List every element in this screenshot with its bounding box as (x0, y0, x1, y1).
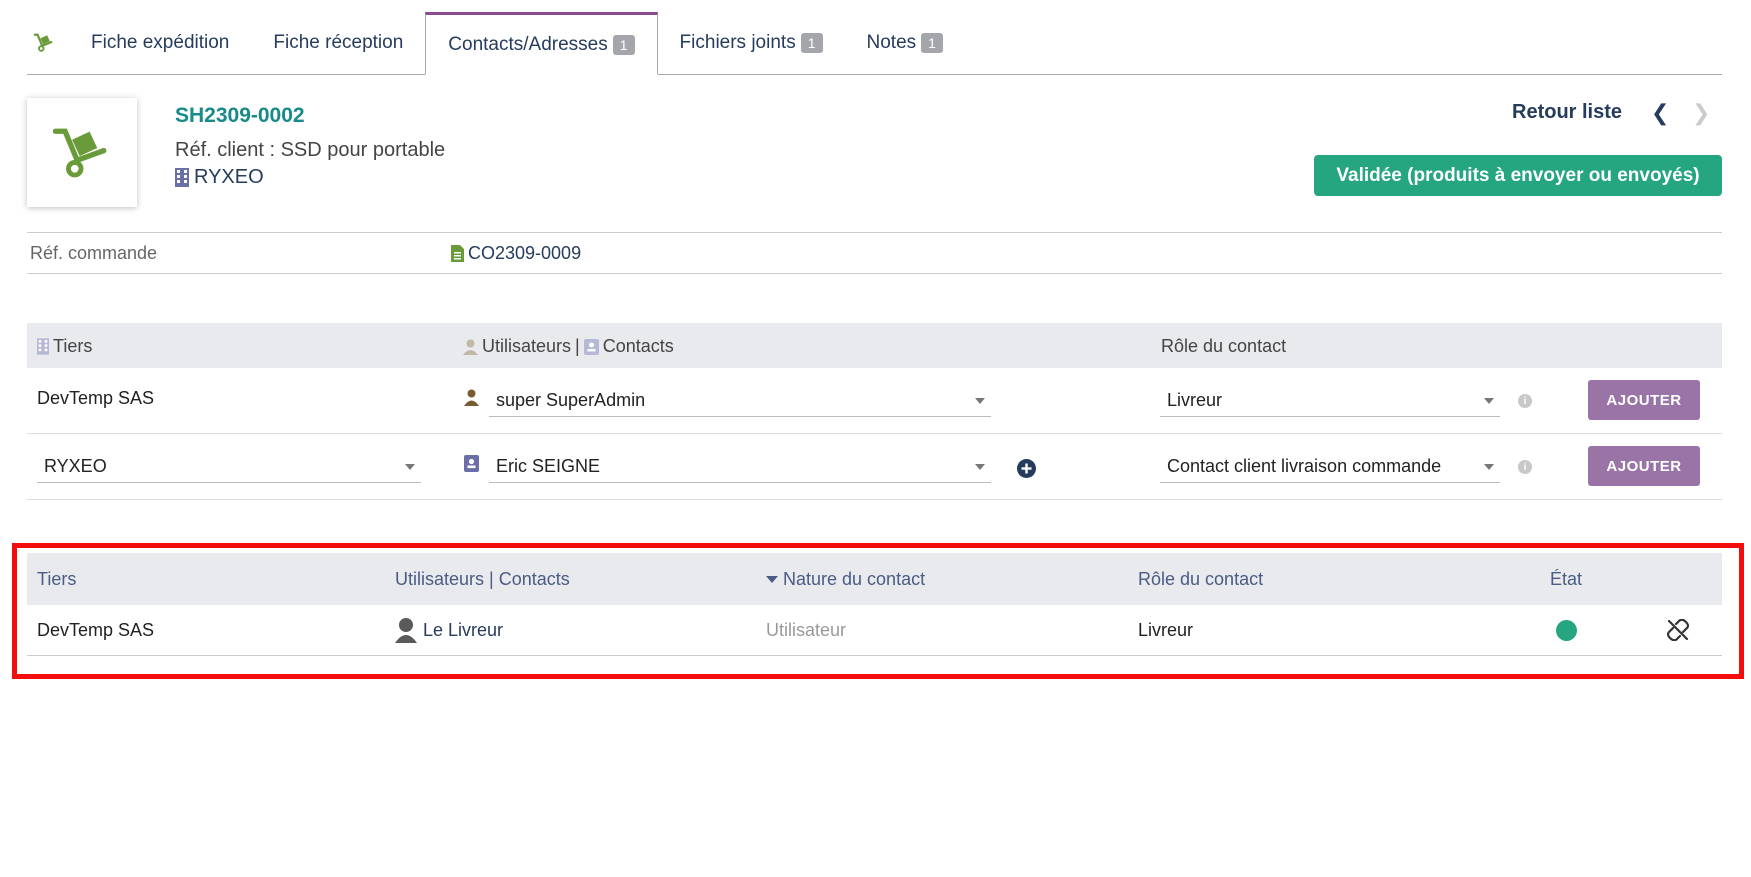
chevron-down-icon (1484, 464, 1494, 470)
previous-record-icon[interactable]: ❮ (1651, 100, 1669, 126)
chevron-down-icon (405, 464, 415, 470)
row-role: Livreur (1138, 620, 1194, 640)
user-icon (463, 339, 478, 355)
count-badge: 1 (800, 33, 823, 53)
header-separator: | (575, 336, 580, 356)
user-select-value: super SuperAdmin (496, 390, 646, 410)
tab-notes[interactable]: Notes 1 (845, 12, 965, 74)
status-dot (1556, 620, 1577, 641)
tab-label: Fiche expédition (91, 32, 230, 53)
column-nature[interactable]: Nature du contact (766, 569, 925, 590)
shipment-ref: SH2309-0002 (175, 104, 305, 127)
add-contact-form: Tiers Utilisateurs | Contacts Rôle du co… (27, 323, 1722, 500)
contact-select-value: Eric SEIGNE (496, 456, 601, 476)
contact-select[interactable]: Eric SEIGNE (489, 451, 991, 483)
role-select-value: Contact client livraison commande (1167, 456, 1442, 476)
column-etat[interactable]: État (1550, 569, 1582, 590)
tab-label: Fiche réception (273, 32, 404, 53)
header-role: Rôle du contact (1161, 336, 1286, 357)
object-picture (27, 98, 137, 207)
header-label: Contacts (602, 336, 674, 356)
status-active-icon[interactable] (1556, 620, 1577, 641)
row-thirdparty: DevTemp SAS (37, 620, 155, 640)
order-ref-link[interactable]: CO2309-0009 (451, 243, 581, 264)
contact-card-icon (583, 338, 599, 355)
building-icon (175, 168, 189, 187)
column-tiers[interactable]: Tiers (37, 569, 76, 590)
add-user-button[interactable]: AJOUTER (1588, 380, 1700, 420)
tab-bar: Fiche expédition Fiche réception Contact… (27, 12, 1722, 75)
contact-card-icon (464, 455, 479, 472)
role-select-value: Livreur (1167, 390, 1223, 410)
header-users-contacts: Utilisateurs | Contacts (463, 336, 674, 357)
count-badge: 1 (612, 34, 635, 55)
order-ref-label: Réf. commande (30, 242, 158, 263)
header-label: Utilisateurs (482, 336, 572, 356)
user-select[interactable]: super SuperAdmin (489, 385, 991, 417)
add-circle-icon[interactable] (1017, 459, 1036, 478)
header-tiers: Tiers (37, 336, 92, 357)
user-avatar-icon (395, 618, 417, 643)
tab-fiche-expedition[interactable]: Fiche expédition (69, 12, 251, 74)
unlink-glyph (1667, 619, 1689, 641)
info-icon[interactable]: i (1518, 394, 1532, 408)
header-label: Tiers (53, 336, 93, 356)
tab-label: Contacts/Adresses (448, 33, 608, 55)
tab-fiche-reception[interactable]: Fiche réception (251, 12, 425, 74)
thirdparty-select[interactable]: RYXEO (37, 451, 421, 483)
tab-contacts-adresses[interactable]: Contacts/Adresses 1 (425, 12, 658, 75)
thirdparty-link[interactable]: RYXEO (175, 166, 264, 189)
column-role[interactable]: Rôle du contact (1138, 569, 1263, 590)
add-user-row: DevTemp SAS super SuperAdmin Livreur i A… (27, 368, 1722, 434)
next-record-icon: ❯ (1692, 100, 1711, 125)
chevron-down-icon (975, 398, 985, 404)
add-contact-button[interactable]: AJOUTER (1588, 446, 1700, 486)
role-select[interactable]: Livreur (1160, 385, 1500, 417)
add-contact-row: RYXEO Eric SEIGNE Contact client livrais… (27, 434, 1722, 500)
building-icon (37, 338, 49, 355)
row-contact-name: Le Livreur (423, 619, 504, 640)
back-to-list-link[interactable]: Retour liste (1512, 101, 1622, 124)
tab-fichiers-joints[interactable]: Fichiers joints 1 (658, 12, 845, 74)
chevron-down-icon (975, 464, 985, 470)
table-row: DevTemp SAS Le Livreur Utilisateur Livre… (27, 605, 1722, 656)
thirdparty-name: RYXEO (194, 166, 264, 188)
sort-desc-icon (766, 576, 778, 583)
document-icon (451, 244, 464, 262)
column-nature-label: Nature du contact (783, 569, 926, 589)
linked-contacts-table: Tiers Utilisateurs | Contacts Nature du … (27, 553, 1722, 656)
tab-label: Notes (866, 32, 917, 53)
tab-label: Fichiers joints (679, 32, 796, 53)
count-badge: 1 (921, 33, 943, 53)
info-icon[interactable]: i (1518, 460, 1532, 474)
unlink-icon[interactable] (1667, 619, 1689, 641)
header-label: Rôle du contact (1161, 336, 1287, 356)
hand-truck-icon (33, 33, 53, 52)
row-nature: Utilisateur (766, 620, 847, 640)
order-ref-value: CO2309-0009 (468, 242, 582, 263)
customer-ref: Réf. client : SSD pour portable (175, 139, 446, 161)
table-header: Tiers Utilisateurs | Contacts Nature du … (27, 553, 1722, 605)
row-contact-link[interactable]: Le Livreur (395, 617, 503, 643)
status-badge: Validée (produits à envoyer ou envoyés) (1314, 155, 1722, 196)
role-select[interactable]: Contact client livraison commande (1160, 451, 1500, 483)
page: Fiche expédition Fiche réception Contact… (0, 0, 1751, 877)
order-ref-row: Réf. commande CO2309-0009 (27, 232, 1722, 274)
thirdparty-select-value: RYXEO (44, 456, 107, 476)
hand-truck-icon (53, 128, 107, 177)
form-header: Tiers Utilisateurs | Contacts Rôle du co… (27, 323, 1722, 368)
user-icon (464, 389, 479, 406)
thirdparty-name: DevTemp SAS (37, 388, 155, 408)
chevron-down-icon (1484, 398, 1494, 404)
tab-shipment-icon[interactable] (27, 12, 69, 74)
column-users-contacts[interactable]: Utilisateurs | Contacts (395, 569, 570, 590)
